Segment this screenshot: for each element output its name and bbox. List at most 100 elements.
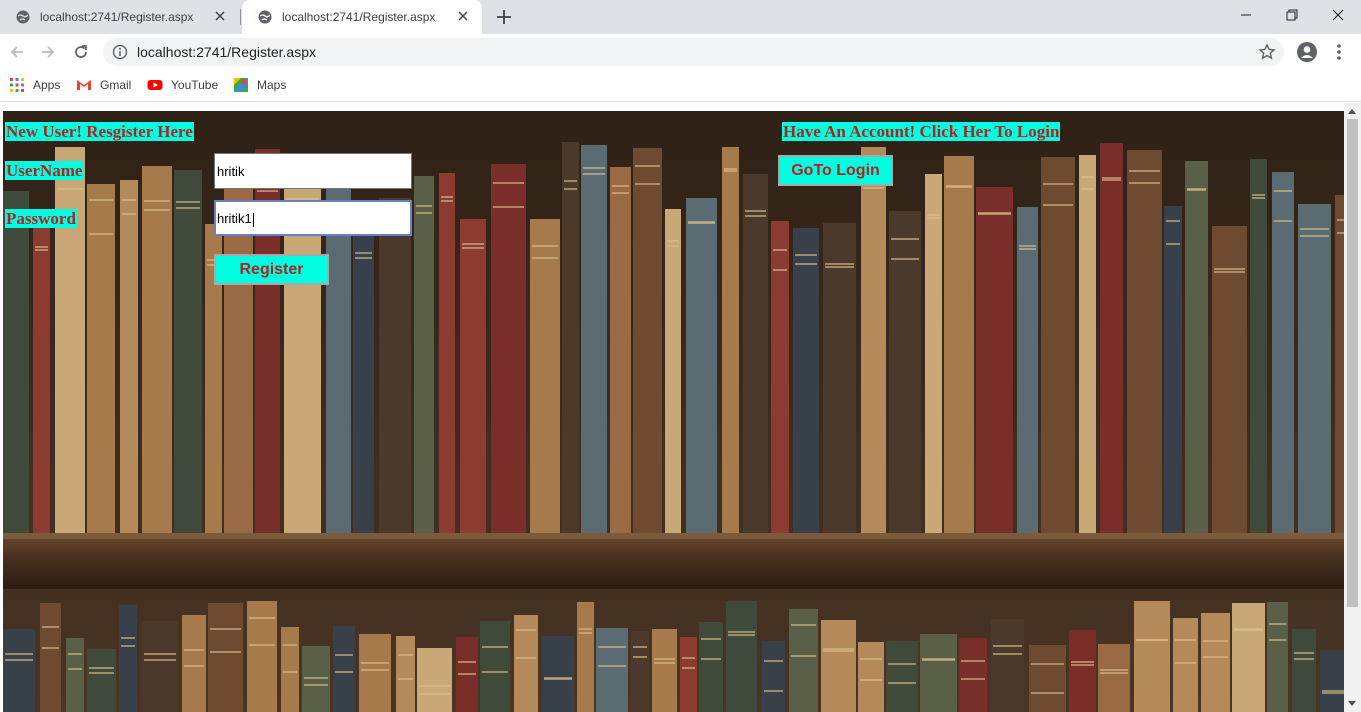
book-spine — [66, 638, 84, 712]
tab-active[interactable]: localhost:2741/Register.aspx — [242, 0, 482, 34]
tab-inactive[interactable]: localhost:2741/Register.aspx — [0, 0, 239, 34]
book-band — [68, 668, 82, 670]
close-tab-icon[interactable] — [456, 9, 470, 23]
minimize-icon[interactable] — [1223, 0, 1269, 30]
book-spine — [722, 147, 739, 533]
book-spine — [596, 628, 628, 712]
book-band — [441, 196, 453, 198]
book-spine — [1267, 602, 1288, 712]
book-band — [1274, 190, 1292, 192]
bookmark-youtube[interactable]: YouTube — [147, 76, 218, 94]
book-spine — [1298, 204, 1331, 533]
book-spine — [920, 634, 957, 712]
forward-arrow-icon[interactable] — [37, 41, 59, 63]
book-band — [1019, 245, 1036, 247]
scroll-thumb[interactable] — [1347, 119, 1358, 607]
register-button[interactable]: Register — [214, 254, 329, 285]
book-band — [89, 667, 114, 669]
scroll-down-arrow-icon[interactable] — [1348, 701, 1356, 706]
book-band — [398, 678, 413, 680]
goto-login-button[interactable]: GoTo Login — [778, 155, 893, 186]
close-tab-icon[interactable] — [213, 9, 227, 23]
book-band — [993, 645, 1022, 647]
book-spine — [771, 221, 789, 533]
scroll-up-arrow-icon[interactable] — [1348, 109, 1356, 114]
apps-grid-icon — [9, 77, 25, 93]
address-bar[interactable]: localhost:2741/Register.aspx — [103, 38, 1284, 66]
book-band — [927, 217, 940, 219]
book-band — [42, 626, 59, 628]
book-band — [89, 199, 113, 201]
username-input[interactable]: hritik — [214, 153, 412, 189]
bookmark-maps[interactable]: Maps — [233, 76, 286, 94]
book-spine — [530, 219, 560, 533]
book-band — [795, 254, 817, 256]
book-spine — [1069, 630, 1096, 712]
book-band — [1081, 188, 1094, 190]
vertical-scrollbar[interactable] — [1344, 103, 1361, 712]
book-band — [667, 245, 679, 247]
book-band — [416, 205, 432, 207]
new-tab-icon[interactable] — [495, 8, 513, 26]
book-spine — [944, 156, 974, 533]
book-band — [458, 673, 476, 675]
book-spine — [55, 147, 85, 533]
book-band — [1269, 623, 1286, 625]
book-band — [654, 658, 675, 660]
book-spine — [3, 191, 29, 533]
book-spine — [562, 142, 579, 533]
username-label: UserName — [5, 161, 84, 180]
book-band — [773, 249, 787, 251]
book-band — [1019, 248, 1036, 250]
book-band — [564, 180, 577, 182]
profile-avatar-icon[interactable] — [1297, 42, 1317, 62]
bookmark-apps[interactable]: Apps — [9, 76, 60, 94]
password-label: Password — [5, 209, 77, 228]
bookmark-star-icon[interactable] — [1258, 43, 1276, 61]
book-spine — [686, 198, 717, 533]
book-band — [516, 629, 536, 631]
book-band — [35, 246, 48, 248]
back-arrow-icon[interactable] — [6, 41, 28, 63]
book-band — [416, 212, 432, 214]
book-band — [825, 266, 854, 268]
book-band — [860, 679, 882, 681]
book-band — [1294, 652, 1314, 654]
password-input[interactable]: hritik1 — [214, 200, 412, 236]
book-spine — [142, 166, 172, 533]
book-band — [68, 653, 82, 655]
book-band — [1031, 692, 1064, 694]
book-band — [612, 185, 629, 187]
reload-icon[interactable] — [70, 41, 92, 63]
book-spine — [333, 626, 355, 712]
book-band — [304, 684, 328, 686]
maps-icon — [233, 77, 249, 93]
book-band — [210, 651, 241, 653]
book-band — [1175, 639, 1196, 641]
book-band — [633, 646, 647, 648]
book-band — [927, 214, 940, 216]
book-spine — [40, 603, 61, 712]
restore-icon[interactable] — [1269, 0, 1315, 30]
book-spine — [631, 631, 649, 712]
info-icon[interactable] — [112, 44, 128, 60]
book-band — [823, 650, 854, 652]
tab-title: localhost:2741/Register.aspx — [40, 10, 194, 24]
bookmark-gmail[interactable]: Gmail — [76, 76, 131, 94]
book-band — [993, 653, 1022, 655]
book-band — [335, 671, 353, 673]
book-band — [355, 252, 372, 254]
book-band — [579, 628, 592, 630]
book-band — [598, 665, 626, 667]
menu-kebab-icon[interactable] — [1333, 42, 1345, 62]
close-window-icon[interactable] — [1315, 0, 1361, 30]
address-text[interactable]: localhost:2741/Register.aspx — [137, 44, 316, 60]
book-band — [724, 168, 737, 170]
book-band — [144, 659, 176, 661]
book-spine — [491, 164, 526, 533]
book-band — [1214, 271, 1245, 273]
book-spine — [208, 603, 243, 712]
book-band — [1081, 176, 1094, 178]
bookmark-label: Apps — [33, 78, 61, 92]
book-spine — [281, 627, 299, 712]
